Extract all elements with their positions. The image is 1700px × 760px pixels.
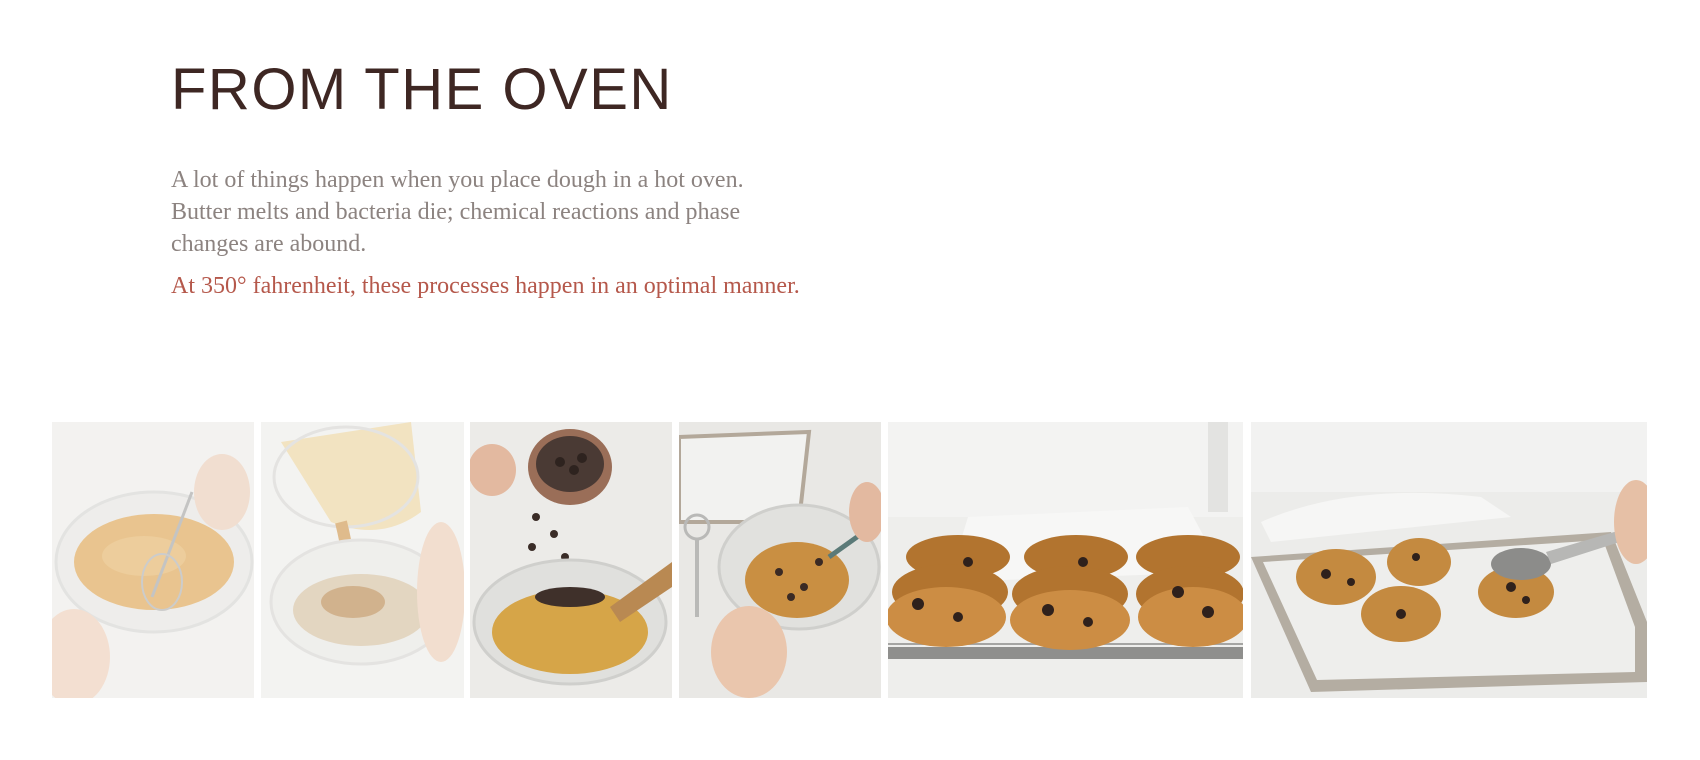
mixing-dough-photo bbox=[679, 422, 881, 698]
hero-section: FROM THE OVEN A lot of things happen whe… bbox=[171, 58, 931, 302]
whisking-batter-photo bbox=[52, 422, 254, 698]
section-highlight: At 350° fahrenheit, these processes happ… bbox=[171, 273, 800, 299]
pouring-batter-photo bbox=[261, 422, 464, 698]
photo-gallery bbox=[0, 422, 1700, 698]
adding-chocolate-chips-photo bbox=[470, 422, 672, 698]
cooling-rack-cookies-photo bbox=[888, 422, 1243, 698]
scooping-dough-photo bbox=[1251, 422, 1647, 698]
section-description: A lot of things happen when you place do… bbox=[171, 167, 744, 257]
section-title: FROM THE OVEN bbox=[171, 57, 673, 122]
